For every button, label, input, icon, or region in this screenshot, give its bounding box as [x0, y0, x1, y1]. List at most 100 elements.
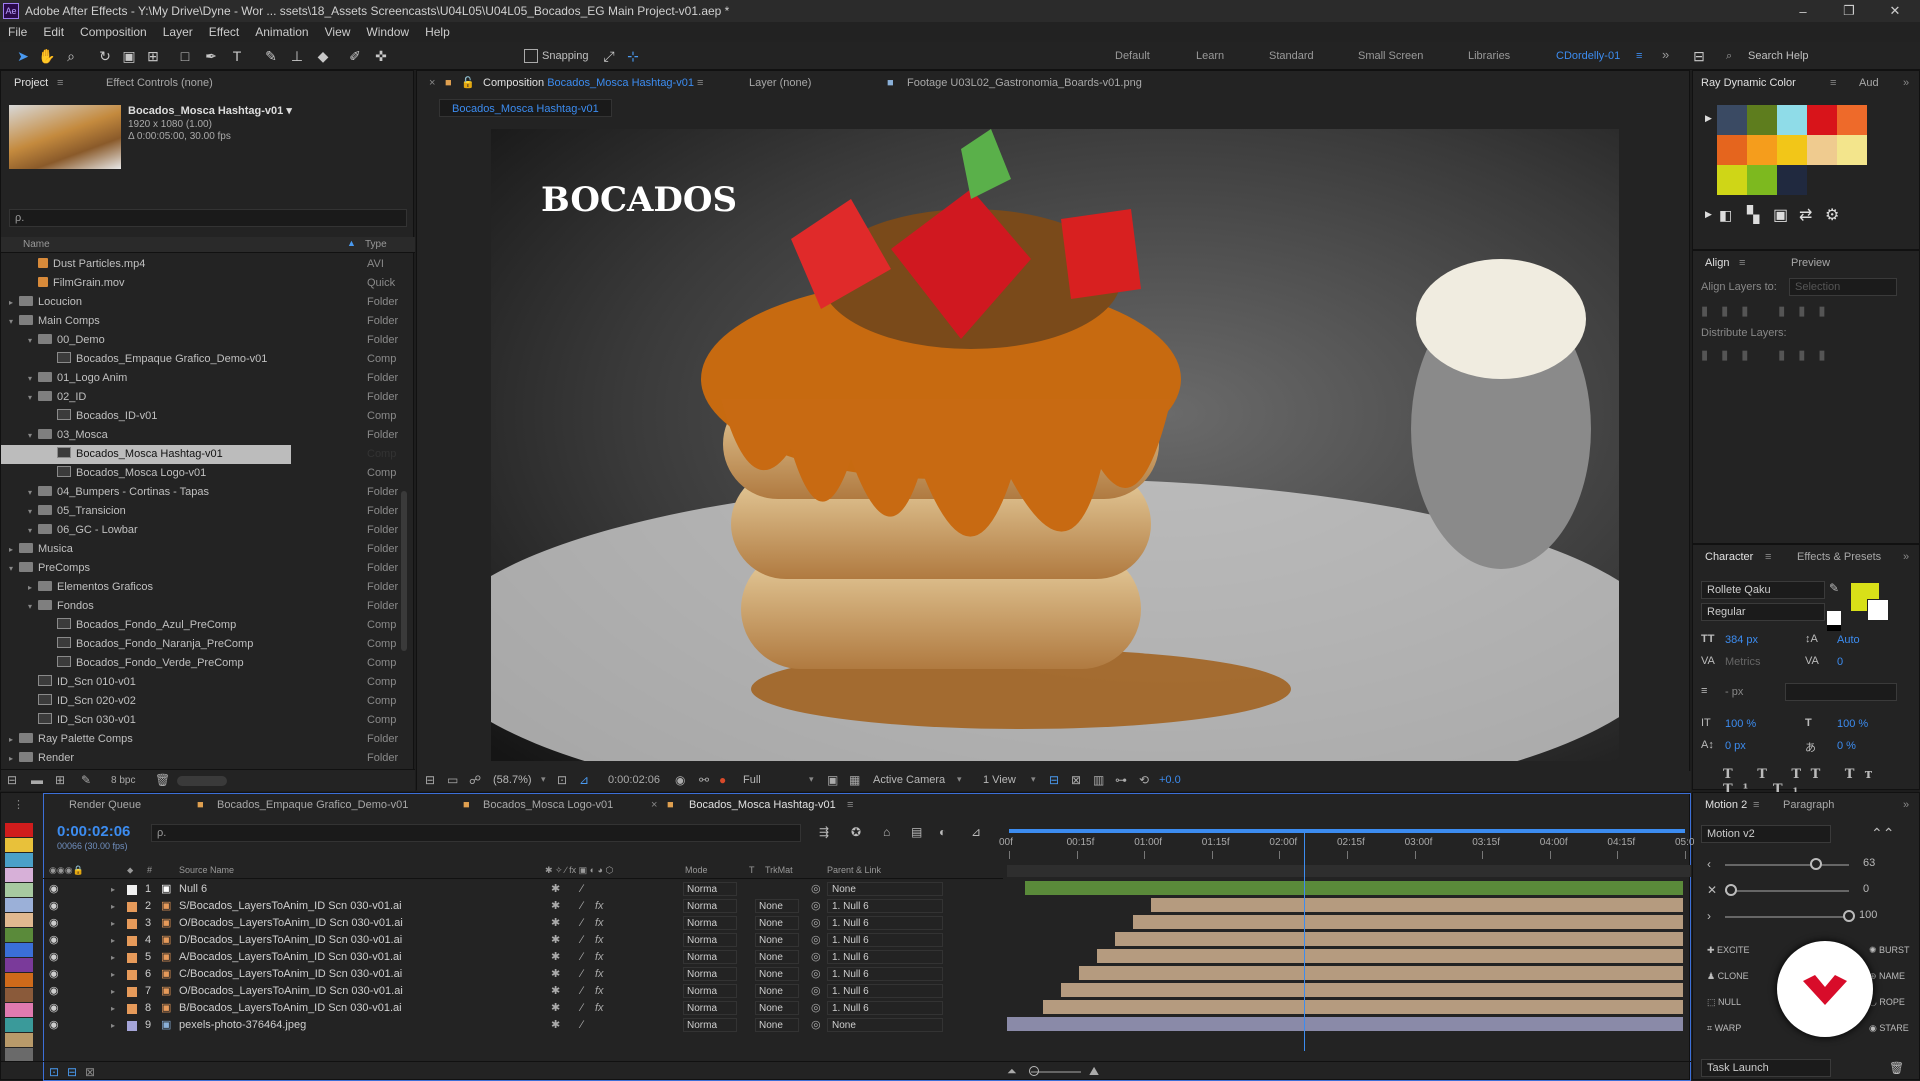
font-style-dropdown[interactable]: Regular — [1701, 603, 1825, 621]
shy-switch-icon[interactable]: ✱ — [551, 983, 560, 1000]
layer-trkmat-dropdown[interactable]: None — [755, 950, 799, 964]
column-name[interactable]: Name — [23, 239, 50, 250]
new-folder-icon[interactable]: ▬ — [31, 773, 43, 787]
menu-effect[interactable]: Effect — [209, 25, 239, 39]
label-color-swatch[interactable] — [5, 1003, 33, 1017]
menu-layer[interactable]: Layer — [163, 25, 193, 39]
layer-duration-bar[interactable] — [1061, 983, 1683, 997]
adjust-project-icon[interactable]: ✎ — [81, 773, 91, 787]
menu-animation[interactable]: Animation — [255, 25, 308, 39]
layer-trkmat-dropdown[interactable]: None — [755, 1001, 799, 1015]
project-item[interactable]: Dust Particles.mp4 AVI — [1, 255, 399, 274]
workspace-menu-icon[interactable]: ≡ — [1636, 50, 1642, 62]
snap-features-icon[interactable]: ⊹ — [624, 47, 642, 65]
color-swatch[interactable] — [1807, 135, 1837, 165]
color-swatch[interactable] — [1837, 135, 1867, 165]
tab-render-queue[interactable]: Render Queue — [69, 793, 141, 817]
layer-parent-dropdown[interactable]: 1. Null 6 — [827, 967, 943, 981]
flowchart-icon[interactable]: ⊶ — [1115, 773, 1127, 787]
layer-expand-icon[interactable]: ▸ — [111, 1000, 115, 1017]
layer-parent-dropdown[interactable]: 1. Null 6 — [827, 1001, 943, 1015]
tab-effect-controls[interactable]: Effect Controls (none) — [106, 71, 213, 95]
bit-depth-button[interactable]: 8 bpc — [111, 775, 135, 786]
tab-footage[interactable]: Footage U03L02_Gastronomia_Boards-v01.pn… — [907, 71, 1142, 95]
zoom-tool-icon[interactable]: ⌕ — [62, 47, 80, 65]
brush-tool-icon[interactable]: ✎ — [262, 47, 280, 65]
label-color-swatch[interactable] — [5, 928, 33, 942]
layer-trkmat-dropdown[interactable]: None — [755, 967, 799, 981]
views-dropdown[interactable]: 1 View — [983, 774, 1016, 786]
project-item[interactable]: ▾ Main Comps Folder — [1, 312, 399, 331]
workspace-default[interactable]: Default — [1115, 50, 1150, 62]
fx-switch-icon[interactable]: fx — [595, 915, 604, 932]
project-item[interactable]: ▸ Render Folder — [1, 749, 399, 765]
sync-settings-icon[interactable]: ⊟ — [1690, 47, 1708, 65]
task-delete-icon[interactable]: 🗑 — [1889, 1061, 1904, 1075]
pick-whip-icon[interactable]: ◎ — [811, 898, 821, 915]
shy-switch-icon[interactable]: ✱ — [551, 881, 560, 898]
project-item[interactable]: Bocados_Fondo_Naranja_PreComp Comp — [1, 635, 399, 654]
project-scrollbar[interactable] — [401, 491, 407, 651]
slider-3-value[interactable]: 100 — [1859, 909, 1877, 921]
null-button[interactable]: ⬚ NULL — [1707, 997, 1741, 1008]
label-color-swatch[interactable] — [5, 913, 33, 927]
layer-duration-bar[interactable] — [1151, 898, 1683, 912]
layer-expand-icon[interactable]: ▸ — [111, 949, 115, 966]
pick-whip-icon[interactable]: ◎ — [811, 1017, 821, 1034]
layer-expand-icon[interactable]: ▸ — [111, 881, 115, 898]
color-swatch[interactable] — [1777, 165, 1807, 195]
palette-arrows-icon[interactable]: ⇄ — [1799, 205, 1812, 225]
column-t[interactable]: T — [749, 865, 755, 875]
layer-label-color[interactable] — [127, 885, 137, 895]
exposure-value[interactable]: +0.0 — [1159, 774, 1181, 786]
palette-row-expand-icon[interactable]: ▶ — [1705, 209, 1712, 220]
eye-icon[interactable]: ◉ — [49, 1017, 59, 1034]
comp-flowchart-icon[interactable]: ▥ — [1093, 773, 1104, 787]
layer-switches-toggle-icon[interactable]: ⊡ — [49, 1065, 59, 1079]
playhead[interactable] — [1304, 833, 1306, 1051]
layer-duration-bar[interactable] — [1007, 1017, 1683, 1031]
switches-icons[interactable]: ✱ ✧ ∕ fx ▣ ◐ ◕ ⬡ — [545, 865, 613, 876]
stare-button[interactable]: ◉ STARE — [1869, 1023, 1909, 1034]
layer-duration-bar[interactable] — [1115, 932, 1683, 946]
comp-mini-flowchart-icon[interactable]: ⇶ — [819, 825, 829, 839]
transparency-grid-icon[interactable]: ▦ — [849, 773, 860, 787]
timeline-icon[interactable]: ⊠ — [1071, 773, 1081, 787]
close-button[interactable]: ✕ — [1872, 0, 1918, 22]
av-features-icon[interactable]: ◉◉◉🔒 — [49, 865, 84, 876]
quality-switch-icon[interactable]: ∕ — [581, 898, 583, 915]
snap-edges-icon[interactable]: ⤢ — [600, 47, 618, 65]
tab-comp-logo[interactable]: Bocados_Mosca Logo-v01 — [483, 793, 613, 817]
color-swatch[interactable] — [1777, 135, 1807, 165]
leading-value[interactable]: Auto — [1837, 634, 1860, 646]
project-item[interactable]: ▾ Fondos Folder — [1, 597, 399, 616]
layer-parent-dropdown[interactable]: 1. Null 6 — [827, 950, 943, 964]
label-color-swatch[interactable] — [5, 1018, 33, 1032]
column-mode[interactable]: Mode — [685, 865, 708, 875]
layer-parent-dropdown[interactable]: 1. Null 6 — [827, 916, 943, 930]
interpret-footage-icon[interactable]: ⊟ — [7, 773, 17, 787]
task-launch-dropdown[interactable]: Task Launch — [1701, 1059, 1831, 1077]
menu-help[interactable]: Help — [425, 25, 450, 39]
layer-label-color[interactable] — [127, 902, 137, 912]
stroke-color-swatch[interactable] — [1867, 599, 1889, 621]
color-swatch[interactable] — [1717, 105, 1747, 135]
tab-ray-dynamic-color[interactable]: Ray Dynamic Color — [1701, 71, 1796, 95]
fx-switch-icon[interactable]: fx — [595, 1000, 604, 1017]
expand-arrow-icon[interactable]: ▸ — [9, 749, 19, 765]
kerning-value[interactable]: Metrics — [1725, 656, 1760, 668]
layer-source-name[interactable]: O/Bocados_LayersToAnim_ID Scn 030-v01.ai — [179, 915, 403, 932]
shy-switch-icon[interactable]: ✱ — [551, 915, 560, 932]
warp-button[interactable]: ⌗ WARP — [1707, 1023, 1741, 1034]
layer-duration-bar[interactable] — [1097, 949, 1683, 963]
ease-both-icon[interactable]: ✕ — [1707, 883, 1717, 897]
fit-icon[interactable]: ⊡ — [557, 773, 567, 787]
layer-label-color[interactable] — [127, 987, 137, 997]
snapping-checkbox[interactable] — [524, 49, 538, 63]
layer-parent-dropdown[interactable]: None — [827, 1018, 943, 1032]
workspace-more-icon[interactable]: » — [1662, 47, 1669, 62]
tab-layer[interactable]: Layer (none) — [749, 71, 811, 95]
tab-preview[interactable]: Preview — [1791, 251, 1830, 275]
graph-editor-icon[interactable]: ⊿ — [971, 825, 981, 839]
tab-effects-presets[interactable]: Effects & Presets — [1797, 545, 1881, 569]
